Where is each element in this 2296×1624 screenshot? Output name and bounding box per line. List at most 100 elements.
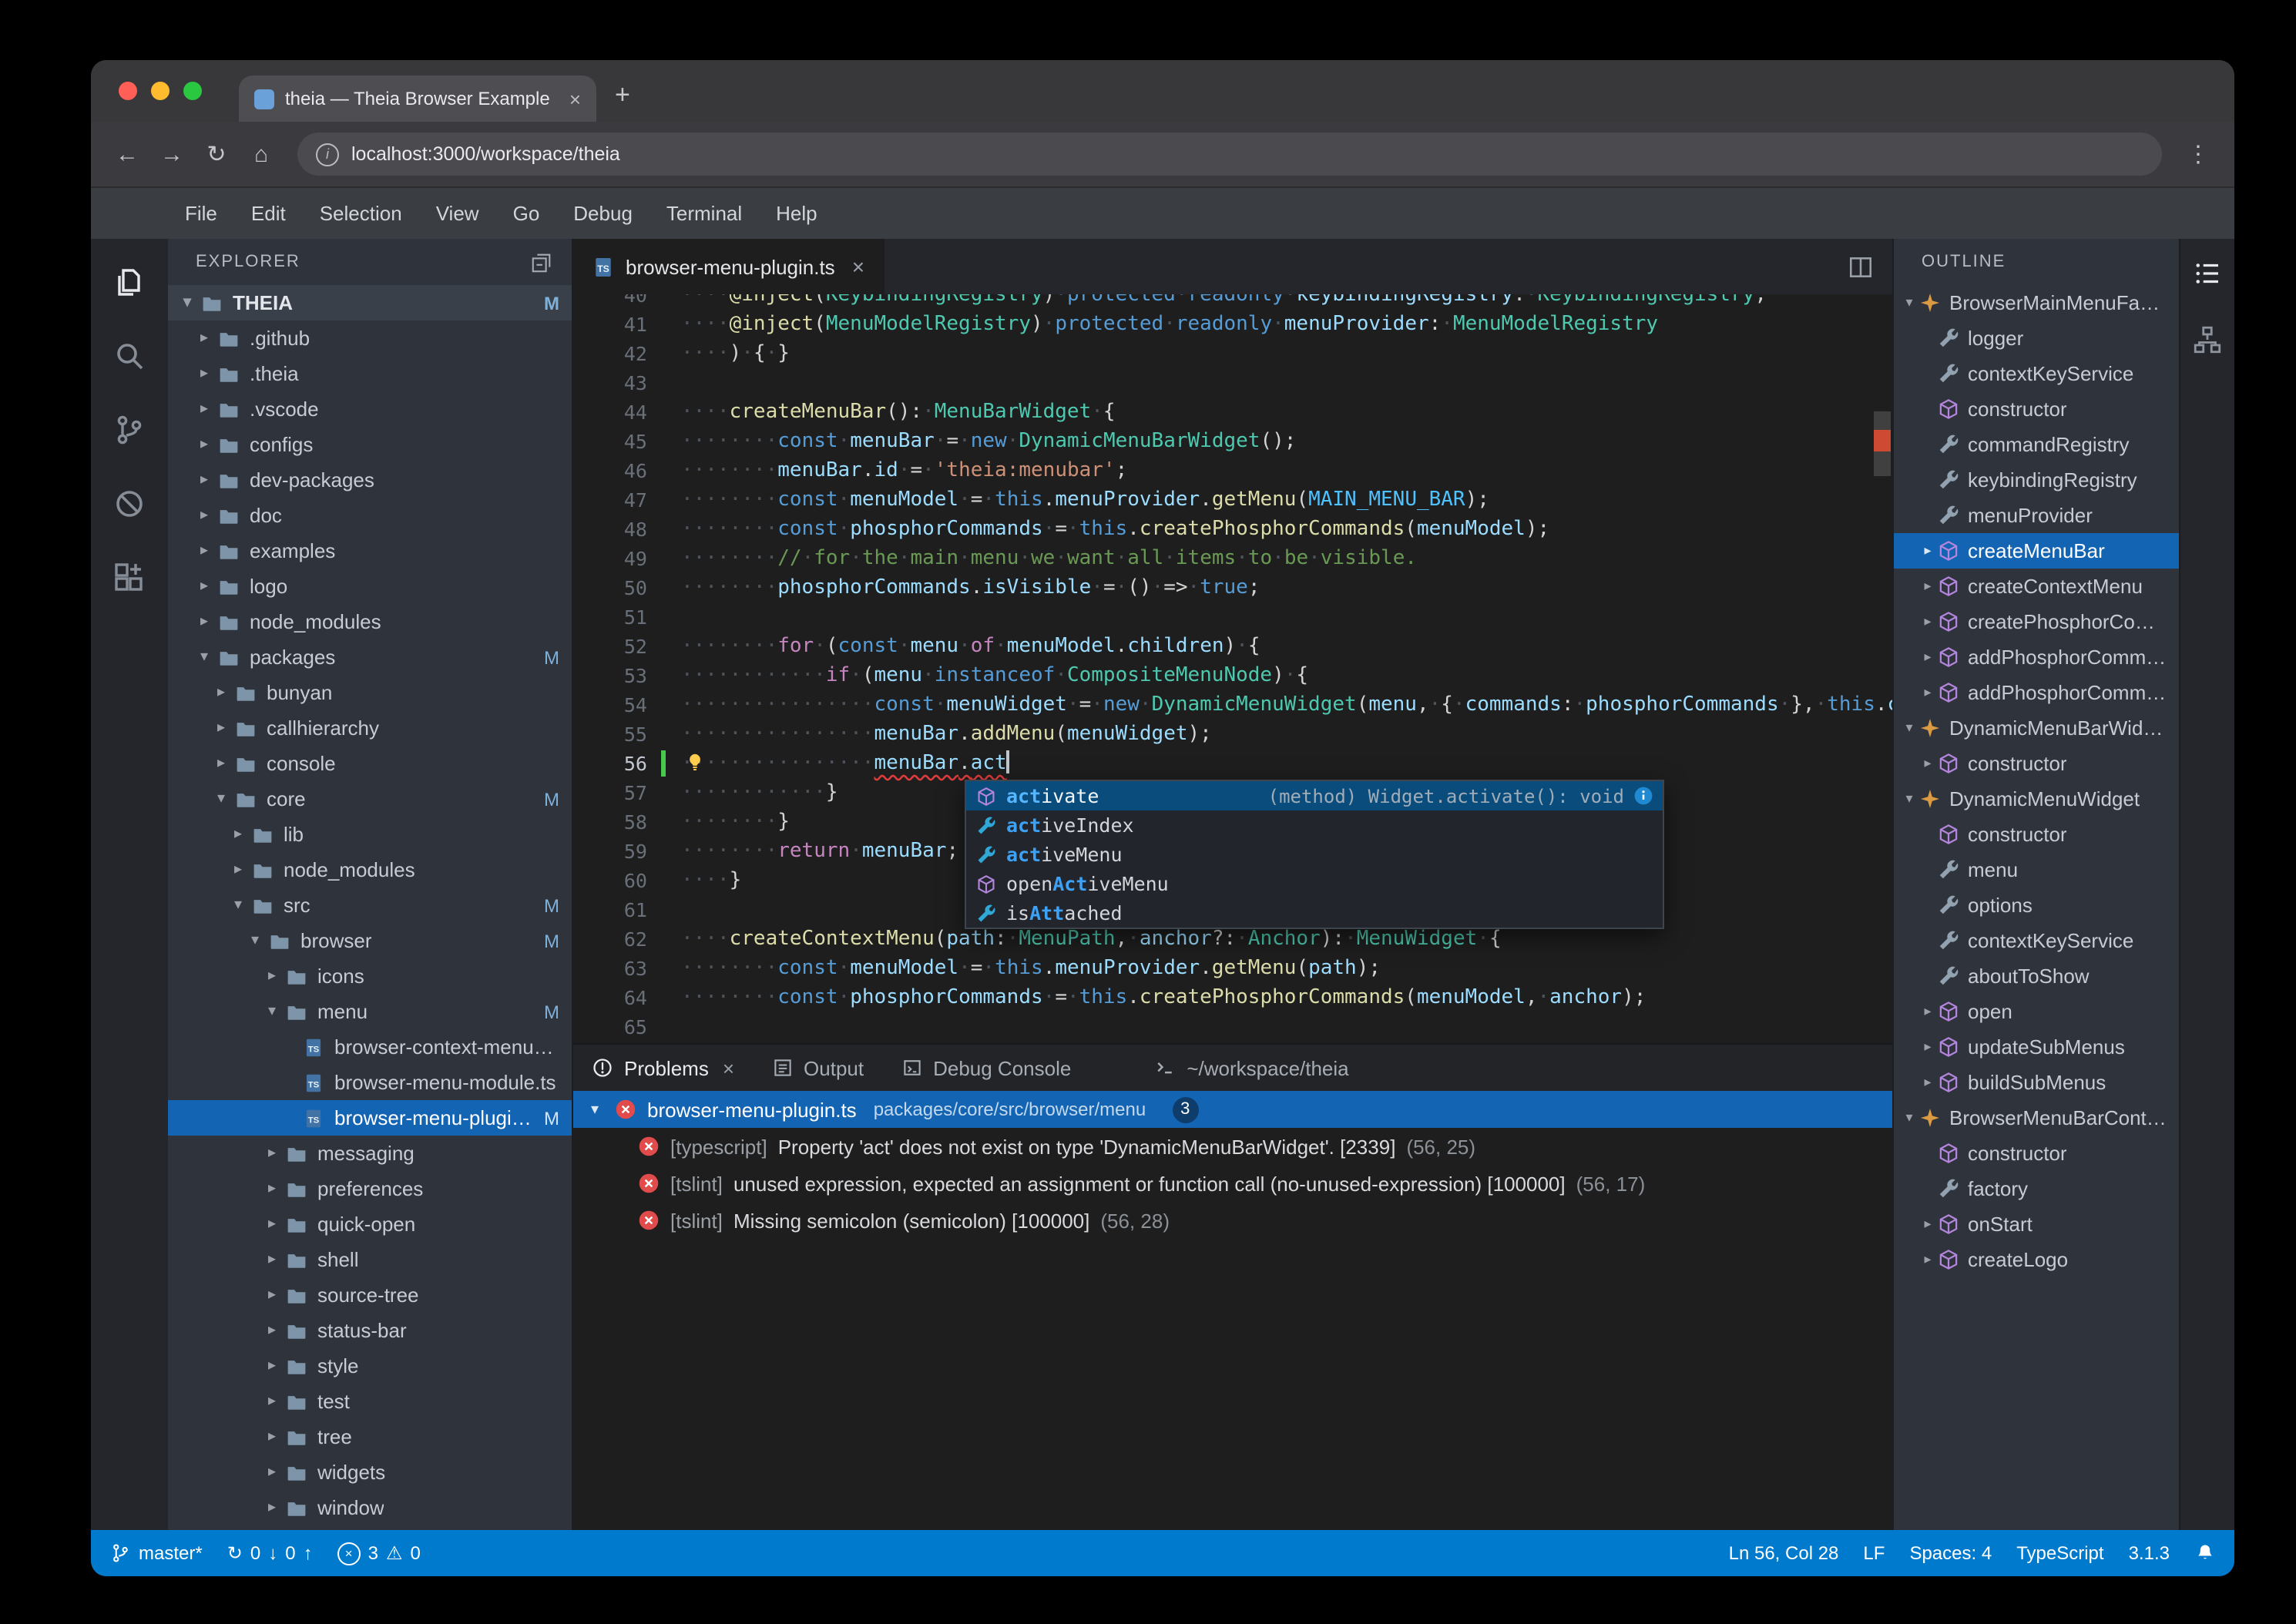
line-number[interactable]: 57 [573,778,647,807]
chevron-down-icon[interactable]: ▾ [1900,294,1918,311]
outline-item-buildSubMenus[interactable]: ▸ buildSubMenus [1894,1065,2179,1100]
outline-item-constructor[interactable]: constructor [1894,817,2179,852]
tree-item-style[interactable]: ▸ style [168,1348,572,1384]
outline-item-onStart[interactable]: ▸ onStart [1894,1206,2179,1242]
line-number[interactable]: 61 [573,895,647,924]
search-icon[interactable] [111,337,148,374]
chevron-right-icon[interactable]: ▸ [194,471,214,488]
code-line-53[interactable]: 53 ············if·(menu·instanceof·Compos… [573,661,1871,690]
line-number[interactable]: 45 [573,427,647,456]
problem-row[interactable]: [tslint] unused expression, expected an a… [573,1165,1892,1202]
git-branch-status[interactable]: master* [109,1542,203,1564]
menu-file[interactable]: File [168,188,234,239]
chevron-right-icon[interactable]: ▸ [1918,542,1937,559]
menu-go[interactable]: Go [496,188,557,239]
tree-item-node_modules[interactable]: ▸ node_modules [168,604,572,639]
suggestion-openActiveMenu[interactable]: openActiveMenu [966,869,1663,898]
chevron-down-icon[interactable]: ▾ [262,1003,282,1020]
chevron-right-icon[interactable]: ▸ [211,755,231,772]
code-line-64[interactable]: 64 ········const·phosphorCommands·=·this.… [573,983,1871,1012]
outline-item-constructor[interactable]: constructor [1894,391,2179,427]
sync-status[interactable]: ↻ 0 ↓ 0 ↑ [227,1542,313,1564]
code-line-40[interactable]: 40 ····@inject(KeybindingRegistry)·protec… [573,294,1871,310]
suggestion-activate[interactable]: activate (method) Widget.activate(): void [966,781,1663,810]
outline-item-open[interactable]: ▸ open [1894,994,2179,1029]
eol-indicator[interactable]: LF [1863,1542,1885,1564]
tree-item-lib[interactable]: ▸ lib [168,817,572,852]
line-number[interactable]: 56 [573,749,647,778]
tree-item-browser-menu-plugin.ts[interactable]: TS browser-menu-plugin.ts M [168,1100,572,1136]
outline-item-BrowserMainMenuFactory[interactable]: ▾ BrowserMainMenuFactory [1894,285,2179,320]
chevron-right-icon[interactable]: ▸ [1918,1251,1937,1268]
chevron-right-icon[interactable]: ▸ [228,861,248,878]
chevron-right-icon[interactable]: ▸ [194,542,214,559]
chevron-right-icon[interactable]: ▸ [194,401,214,418]
panel-tab--workspace-theia[interactable]: ~/workspace/theia [1154,1045,1349,1091]
tree-item-quick-open[interactable]: ▸ quick-open [168,1206,572,1242]
outline-item-contextKeyService[interactable]: contextKeyService [1894,923,2179,958]
suggestion-isAttached[interactable]: isAttached [966,898,1663,928]
code-line-43[interactable]: 43 [573,368,1871,398]
code-line-55[interactable]: 55 ················menuBar.addMenu(menuWi… [573,720,1871,749]
outline-item-keybindingRegistry[interactable]: keybindingRegistry [1894,462,2179,498]
language-indicator[interactable]: TypeScript [2016,1542,2103,1564]
line-number[interactable]: 55 [573,720,647,749]
outline-item-options[interactable]: options [1894,887,2179,923]
tree-item-widgets[interactable]: ▸ widgets [168,1455,572,1490]
outline-item-constructor[interactable]: constructor [1894,1136,2179,1171]
chevron-down-icon[interactable]: ▾ [1900,720,1918,737]
line-number[interactable]: 42 [573,339,647,368]
chevron-right-icon[interactable]: ▸ [228,826,248,843]
chevron-right-icon[interactable]: ▸ [262,1393,282,1410]
tree-item-menu[interactable]: ▾ menu M [168,994,572,1029]
tree-item-dev-packages[interactable]: ▸ dev-packages [168,462,572,498]
new-tab-button[interactable]: + [615,80,630,111]
tree-item-.theia[interactable]: ▸ .theia [168,356,572,391]
chevron-right-icon[interactable]: ▸ [194,578,214,595]
chevron-right-icon[interactable]: ▸ [194,330,214,347]
editor-tab[interactable]: TS browser-menu-plugin.ts × [573,239,885,294]
collapse-all-icon[interactable] [530,250,553,273]
code-line-48[interactable]: 48 ········const·phosphorCommands·=·this.… [573,515,1871,544]
chevron-right-icon[interactable]: ▸ [1918,684,1937,701]
line-number[interactable]: 48 [573,515,647,544]
editor-scrollbar[interactable] [1871,294,1892,1043]
chevron-right-icon[interactable]: ▸ [262,1180,282,1197]
back-icon[interactable]: ← [106,133,148,175]
chevron-right-icon[interactable]: ▸ [1918,649,1937,666]
line-number[interactable]: 51 [573,602,647,632]
outline-item-menu[interactable]: menu [1894,852,2179,887]
home-icon[interactable]: ⌂ [240,133,282,175]
tree-item-node_modules[interactable]: ▸ node_modules [168,852,572,887]
line-number[interactable]: 66 [573,1042,647,1043]
chevron-right-icon[interactable]: ▸ [262,1145,282,1162]
chevron-right-icon[interactable]: ▸ [211,684,231,701]
chevron-right-icon[interactable]: ▸ [1918,1216,1937,1233]
panel-tab-problems[interactable]: Problems × [592,1045,734,1091]
problems-file-group[interactable]: ▾ browser-menu-plugin.ts packages/core/s… [573,1091,1892,1128]
outline-item-BrowserMenuBarContrib...[interactable]: ▾ BrowserMenuBarContrib... [1894,1100,2179,1136]
outline-item-createMenuBar[interactable]: ▸ createMenuBar [1894,533,2179,569]
browser-menu-icon[interactable]: ⋮ [2177,133,2219,175]
outline-item-constructor[interactable]: ▸ constructor [1894,746,2179,781]
bell-icon[interactable] [2194,1542,2216,1564]
chevron-right-icon[interactable]: ▸ [1918,1003,1937,1020]
line-number[interactable]: 64 [573,983,647,1012]
menu-edit[interactable]: Edit [234,188,303,239]
chevron-down-icon[interactable]: ▾ [211,790,231,807]
code-line-52[interactable]: 52 ········for·(const·menu·of·menuModel.c… [573,632,1871,661]
chevron-down-icon[interactable]: ▾ [1900,1109,1918,1126]
tree-item-.vscode[interactable]: ▸ .vscode [168,391,572,427]
chevron-down-icon[interactable]: ▾ [177,294,197,311]
chevron-right-icon[interactable]: ▸ [1918,1074,1937,1091]
chevron-right-icon[interactable]: ▸ [1918,613,1937,630]
debug-disabled-icon[interactable] [111,485,148,522]
chevron-right-icon[interactable]: ▸ [194,365,214,382]
code-line-41[interactable]: 41 ····@inject(MenuModelRegistry)·protect… [573,310,1871,339]
tree-item-bunyan[interactable]: ▸ bunyan [168,675,572,710]
tree-item-status-bar[interactable]: ▸ status-bar [168,1313,572,1348]
line-number[interactable]: 43 [573,368,647,398]
tree-item-console[interactable]: ▸ console [168,746,572,781]
outline-item-DynamicMenuBarWidget[interactable]: ▾ DynamicMenuBarWidget [1894,710,2179,746]
tree-item-test[interactable]: ▸ test [168,1384,572,1419]
